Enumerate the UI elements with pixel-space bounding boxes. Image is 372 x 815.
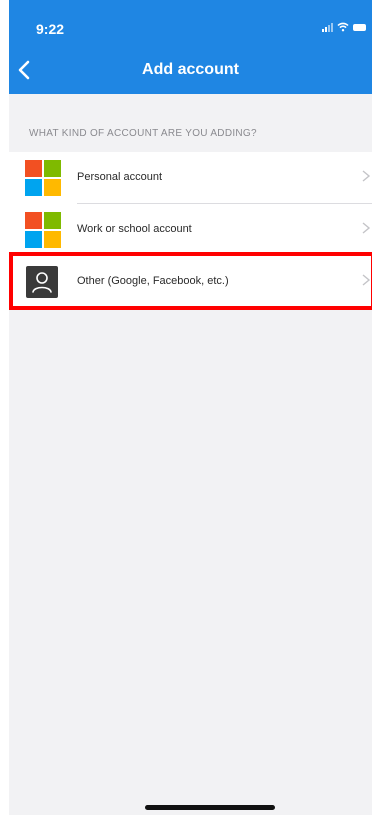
- chevron-right-icon: [362, 274, 371, 286]
- account-type-list: Personal account Work or school account: [9, 152, 372, 308]
- signal-icon: [322, 22, 333, 32]
- page-title: Add account: [142, 61, 239, 78]
- status-time: 9:22: [36, 21, 65, 37]
- option-label: Work or school account: [77, 223, 192, 235]
- wifi-icon: [337, 22, 349, 32]
- chevron-right-icon: [362, 170, 371, 182]
- personal-account-option[interactable]: Personal account: [9, 152, 372, 204]
- home-indicator: [145, 805, 275, 810]
- person-icon: [26, 266, 58, 298]
- nav-header: 9:22 Add account: [9, 0, 372, 94]
- battery-icon: [353, 23, 366, 31]
- option-label: Personal account: [77, 171, 162, 183]
- chevron-right-icon: [362, 222, 371, 234]
- section-header: WHAT KIND OF ACCOUNT ARE YOU ADDING?: [29, 128, 257, 139]
- microsoft-logo-icon: [25, 160, 61, 196]
- app-screen: 9:22 Add account WHAT KIND OF ACCOUNT AR…: [9, 0, 372, 815]
- other-account-option[interactable]: Other (Google, Facebook, etc.): [9, 256, 372, 308]
- status-icons: [322, 22, 366, 32]
- work-school-account-option[interactable]: Work or school account: [9, 204, 372, 256]
- microsoft-logo-icon: [25, 212, 61, 248]
- option-label: Other (Google, Facebook, etc.): [77, 275, 229, 287]
